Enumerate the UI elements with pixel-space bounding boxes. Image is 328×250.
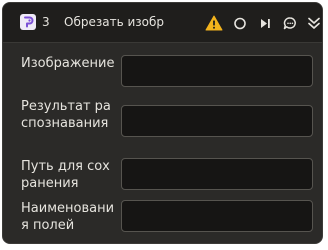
field-label: Изображение xyxy=(21,56,115,71)
node-number: 3 xyxy=(42,15,50,29)
circle-icon[interactable] xyxy=(231,14,249,32)
field-names-input[interactable] xyxy=(121,200,313,232)
node-header[interactable]: 3 Обрезать изобр xyxy=(3,3,322,43)
node-card[interactable]: 3 Обрезать изобр Изображение Результат р… xyxy=(2,2,323,244)
skip-forward-icon[interactable] xyxy=(256,14,274,32)
node-logo-icon xyxy=(20,14,36,30)
field-label: Результат распознавания xyxy=(21,99,111,131)
warning-icon[interactable] xyxy=(205,14,223,32)
field-label: Наименования полей xyxy=(21,201,115,233)
field-label: Путь для сохранения xyxy=(21,159,110,191)
chat-bubble-icon[interactable] xyxy=(281,14,299,32)
recognition-result-input[interactable] xyxy=(121,105,313,137)
image-input[interactable] xyxy=(121,55,313,87)
chevrons-down-icon[interactable] xyxy=(305,14,322,32)
node-title[interactable]: Обрезать изобр xyxy=(64,15,164,29)
save-path-input[interactable] xyxy=(121,158,313,190)
